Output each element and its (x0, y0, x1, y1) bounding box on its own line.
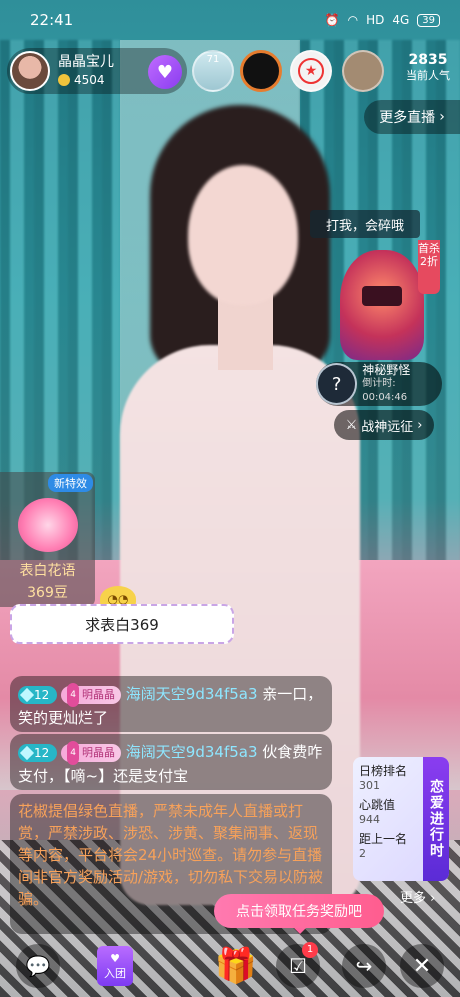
task-icon: ☑ (289, 954, 307, 978)
chevron-right-icon: › (417, 417, 423, 433)
follow-button[interactable]: ♥ (148, 55, 182, 89)
war-expedition-button[interactable]: ⚔ 战神远征 › (334, 410, 434, 440)
user-level-badge: 12 (18, 685, 58, 704)
discount-badge: 首杀2折 (418, 240, 440, 294)
viewer-avatar-3[interactable]: ★ (290, 50, 332, 92)
flower-gift-card[interactable]: 新特效 表白花语 369豆 (0, 472, 95, 607)
chat-message[interactable]: 12 4 明晶晶 海阔天空9d34f5a3 亲一口，笑的更灿烂了 (10, 676, 332, 732)
viewer-avatar-1[interactable]: 71 (192, 50, 234, 92)
close-button[interactable]: ✕ (400, 944, 444, 988)
close-icon: ✕ (412, 953, 432, 979)
task-reward-prompt[interactable]: 点击领取任务奖励吧 (214, 894, 384, 934)
question-icon: ? (316, 363, 358, 405)
gift-button[interactable]: 🎁 (214, 944, 258, 988)
chat-icon: 💬 (25, 954, 51, 978)
join-group-icon: ♥ (110, 951, 120, 965)
popularity[interactable]: 2835 当前人气 (406, 52, 450, 84)
gift-icon: 🎁 (214, 946, 258, 986)
viewer-avatar-4[interactable] (342, 50, 384, 92)
chat-message[interactable]: 12 4 明晶晶 海阔天空9d34f5a3 伙食费咋支付，【嘀~】还是支付宝 (10, 734, 332, 790)
monster-tip: 打我，会碎哦 (310, 210, 420, 238)
rank-panel[interactable]: 日榜排名 301 心跳值 944 距上一名 2 恋爱进行时 (353, 757, 449, 881)
chevron-right-icon: › (439, 109, 445, 125)
join-group-button[interactable]: ♥ 入团 (93, 944, 137, 988)
more-live-button[interactable]: 更多直播 › (364, 100, 460, 134)
user-level-badge: 12 (18, 743, 58, 762)
chat-username[interactable]: 海阔天空9d34f5a3 (126, 743, 258, 761)
heart-plus-icon: ♥ (156, 61, 174, 83)
flower-icon (18, 498, 78, 552)
share-button[interactable]: ↪ (342, 944, 386, 988)
chat-button[interactable]: 💬 (16, 944, 60, 988)
hd-icon: HD (366, 13, 385, 27)
host-avatar[interactable] (10, 51, 50, 91)
new-effect-tag: 新特效 (48, 474, 93, 492)
share-icon: ↪ (355, 954, 373, 978)
fan-badge: 4 明晶晶 (61, 740, 122, 765)
viewer-avatar-2[interactable] (240, 50, 282, 92)
wifi-icon: ◠ (347, 13, 359, 27)
more-button[interactable]: 更多 › (400, 887, 435, 906)
battery-icon: 39 (417, 13, 440, 27)
diamond-icon (19, 745, 35, 760)
mystery-monster[interactable]: ? 神秘野怪 倒计时: 00:04:46 (316, 362, 442, 406)
task-button[interactable]: ☑ 1 (276, 942, 320, 988)
seal-icon: ★ (298, 58, 324, 84)
status-bar: 22:41 ⏰ ◠ HD 4G 39 (0, 0, 460, 40)
diamond-icon (19, 687, 35, 702)
confess-bubble[interactable]: 求表白369 (10, 604, 234, 644)
task-badge: 1 (302, 942, 318, 958)
trident-icon: ⚔ (345, 417, 358, 433)
chat-username[interactable]: 海阔天空9d34f5a3 (126, 685, 258, 703)
fan-badge: 4 明晶晶 (61, 682, 122, 707)
monster-image[interactable] (340, 250, 424, 360)
coin-icon (58, 74, 70, 86)
alarm-icon: ⏰ (324, 13, 340, 27)
host-fans: 4504 (74, 73, 105, 87)
clock: 22:41 (30, 11, 74, 29)
chevron-right-icon: › (430, 891, 436, 906)
host-name: 晶晶宝儿 (58, 54, 114, 70)
signal-icon: 4G (392, 13, 410, 27)
love-in-progress-label: 恋爱进行时 (423, 757, 449, 881)
